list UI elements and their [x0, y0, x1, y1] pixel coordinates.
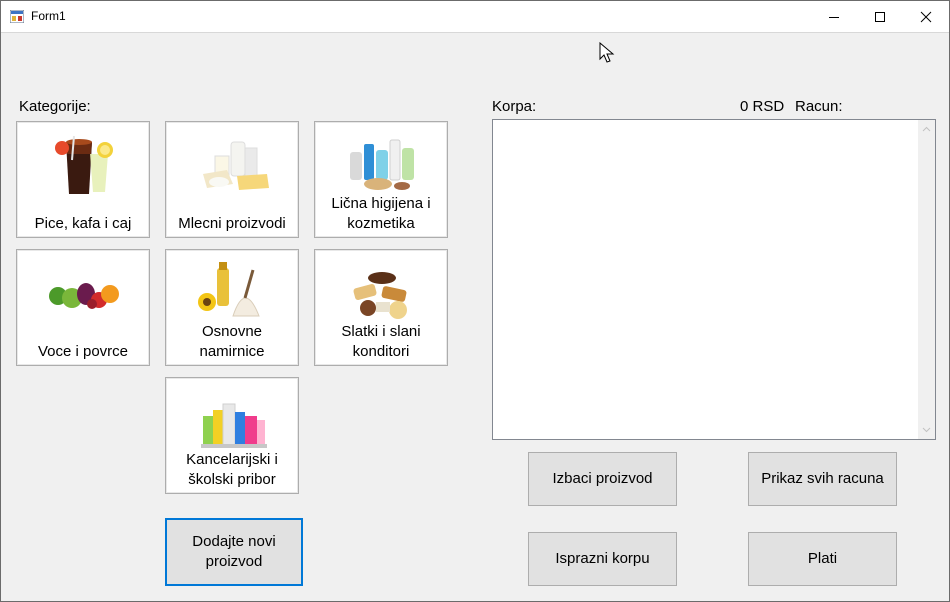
- category-stationery-button[interactable]: Kancelarijski i školski pribor: [165, 377, 299, 494]
- show-all-bills-button[interactable]: Prikaz svih racuna: [748, 452, 897, 506]
- category-label: Lična higijena i kozmetika: [331, 195, 431, 232]
- scroll-up-icon[interactable]: [922, 125, 931, 134]
- category-sweets-button[interactable]: Slatki i slani konditori: [314, 249, 448, 366]
- scroll-down-icon[interactable]: [922, 425, 931, 434]
- stationery-image: [201, 403, 267, 448]
- minimize-button[interactable]: [811, 1, 857, 32]
- groceries-image: [198, 262, 260, 317]
- category-groceries-button[interactable]: Osnovne namirnice: [165, 249, 299, 366]
- app-icon: [10, 10, 24, 23]
- mouse-cursor-icon: [599, 42, 615, 63]
- main-window: Form1 Kategorije: Pice, kafa i caj Mlecn…: [0, 0, 950, 602]
- add-product-button[interactable]: Dodajte novi proizvod: [165, 518, 303, 586]
- sweets-image: [353, 272, 407, 319]
- minimize-icon: [829, 16, 839, 18]
- cart-list[interactable]: [492, 119, 936, 440]
- close-button[interactable]: [903, 1, 949, 32]
- empty-cart-button[interactable]: Isprazni korpu: [528, 532, 677, 586]
- maximize-button[interactable]: [857, 1, 903, 32]
- category-cosmetics-button[interactable]: Lična higijena i kozmetika: [314, 121, 448, 238]
- category-label: Osnovne namirnice: [199, 323, 265, 360]
- pay-button[interactable]: Plati: [748, 532, 897, 586]
- remove-product-button[interactable]: Izbaci proizvod: [528, 452, 677, 506]
- drinks-image: [55, 135, 113, 194]
- close-icon: [920, 11, 932, 22]
- cart-label: Korpa:: [492, 98, 537, 115]
- category-label: Kancelarijski i školski pribor: [186, 451, 278, 488]
- category-label: Slatki i slani konditori: [341, 323, 421, 360]
- fruit-vegetables-image: [49, 283, 119, 309]
- cosmetics-image: [350, 139, 414, 190]
- category-dairy-button[interactable]: Mlecni proizvodi: [165, 121, 299, 238]
- categories-label: Kategorije:: [19, 98, 91, 115]
- category-drinks-button[interactable]: Pice, kafa i caj: [16, 121, 150, 238]
- cart-scrollbar[interactable]: [918, 120, 935, 439]
- maximize-icon: [875, 11, 885, 22]
- category-label: Mlecni proizvodi: [178, 215, 286, 232]
- bill-label: Racun:: [795, 98, 843, 115]
- category-label: Voce i povrce: [37, 343, 129, 360]
- dairy-image: [203, 141, 269, 190]
- window-title: Form1: [31, 9, 66, 23]
- category-label: Pice, kafa i caj: [34, 215, 132, 232]
- title-bar[interactable]: Form1: [1, 1, 949, 33]
- category-fruit-button[interactable]: Voce i povrce: [16, 249, 150, 366]
- cart-total: 0 RSD: [740, 98, 785, 115]
